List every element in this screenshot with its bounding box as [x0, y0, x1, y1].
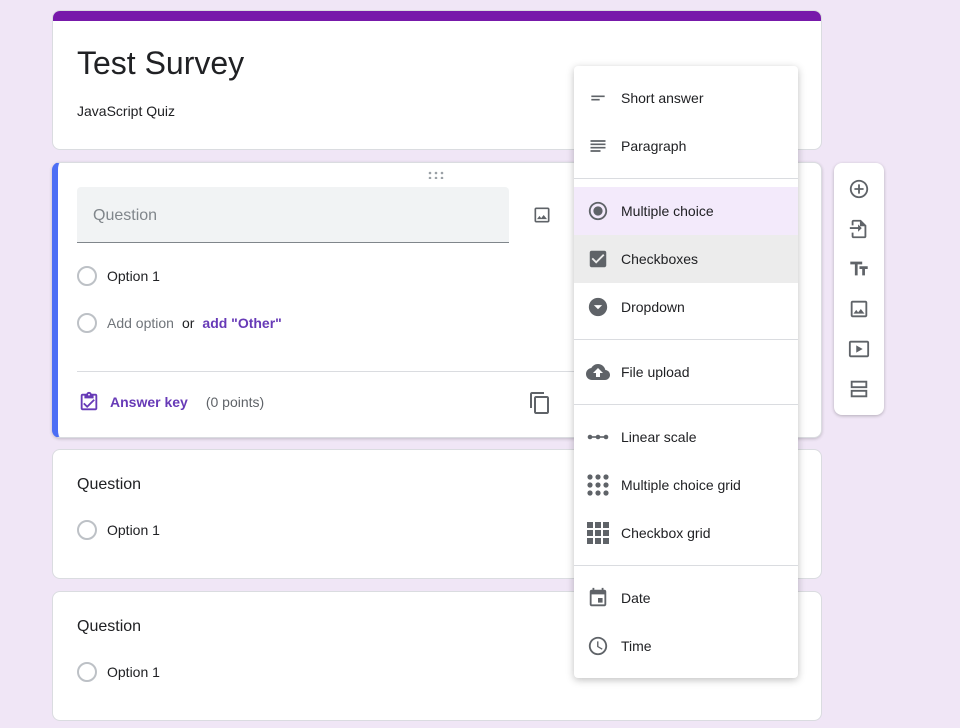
calendar-icon	[574, 574, 622, 622]
form-description[interactable]: JavaScript Quiz	[77, 103, 175, 119]
add-other-link[interactable]: add "Other"	[202, 315, 281, 331]
menu-item-label: Date	[621, 590, 651, 606]
checkbox-icon	[574, 235, 622, 283]
add-section-icon[interactable]	[847, 377, 871, 401]
paragraph-icon	[574, 122, 622, 170]
form-accent-bar	[53, 11, 821, 21]
or-text: or	[181, 315, 195, 331]
dropdown-icon	[574, 283, 622, 331]
menu-item-label: Paragraph	[621, 138, 687, 154]
option-row[interactable]: Option 1	[77, 266, 160, 286]
add-title-icon[interactable]	[847, 257, 871, 281]
question-title: Question	[77, 618, 142, 635]
cloud-upload-icon	[574, 348, 622, 396]
answer-key-label: Answer key	[110, 394, 188, 410]
duplicate-button[interactable]	[528, 391, 552, 420]
add-option-row: Add option or add "Other"	[77, 313, 282, 333]
points-text: (0 points)	[205, 394, 265, 410]
form-title[interactable]: Test Survey	[77, 45, 244, 82]
option-label: Option 1	[107, 522, 160, 538]
menu-item-short-answer[interactable]: Short answer	[574, 74, 798, 122]
menu-item-label: Checkbox grid	[621, 525, 711, 541]
menu-item-checkboxes[interactable]: Checkboxes	[574, 235, 798, 283]
radio-icon	[77, 520, 97, 540]
option-row: Option 1	[77, 520, 160, 540]
menu-item-label: Time	[621, 638, 652, 654]
option-label: Option 1	[107, 664, 160, 680]
menu-item-paragraph[interactable]: Paragraph	[574, 122, 798, 170]
question-input[interactable]: Question	[77, 187, 509, 243]
option-label[interactable]: Option 1	[107, 268, 160, 284]
add-option-link[interactable]: Add option	[107, 315, 174, 331]
import-questions-icon[interactable]	[847, 217, 871, 241]
menu-item-dropdown[interactable]: Dropdown	[574, 283, 798, 331]
question-type-menu: Short answer Paragraph Multiple choice C…	[574, 66, 798, 678]
menu-item-date[interactable]: Date	[574, 574, 798, 622]
divider	[77, 371, 651, 372]
menu-item-label: Short answer	[621, 90, 704, 106]
menu-separator	[574, 339, 798, 340]
menu-item-label: Linear scale	[621, 429, 697, 445]
question-title: Question	[77, 476, 142, 493]
add-question-icon[interactable]	[847, 177, 871, 201]
menu-separator	[574, 565, 798, 566]
radio-icon	[77, 662, 97, 682]
add-image-button[interactable]	[528, 201, 556, 229]
image-icon	[534, 207, 550, 223]
menu-item-label: Dropdown	[621, 299, 685, 315]
menu-item-linear-scale[interactable]: Linear scale	[574, 413, 798, 461]
radio-icon	[77, 313, 97, 333]
answer-key-icon	[80, 391, 98, 411]
short-answer-icon	[574, 74, 622, 122]
side-toolbar	[834, 163, 884, 415]
question-placeholder: Question	[93, 207, 158, 224]
add-video-icon[interactable]	[847, 337, 871, 361]
menu-item-label: Multiple choice	[621, 203, 714, 219]
menu-item-label: File upload	[621, 364, 690, 380]
menu-separator	[574, 404, 798, 405]
answer-key-button[interactable]: Answer key (0 points)	[78, 391, 264, 413]
menu-item-label: Multiple choice grid	[621, 477, 741, 493]
menu-item-time[interactable]: Time	[574, 622, 798, 670]
copy-icon	[530, 392, 549, 414]
menu-separator	[574, 178, 798, 179]
menu-item-label: Checkboxes	[621, 251, 699, 267]
option-row: Option 1	[77, 662, 160, 682]
square-grid-icon	[574, 509, 622, 557]
drag-handle-icon[interactable]	[428, 171, 444, 180]
add-image-icon[interactable]	[847, 297, 871, 321]
clock-icon	[574, 622, 622, 670]
radio-icon	[77, 266, 97, 286]
menu-item-multiple-choice[interactable]: Multiple choice	[574, 187, 798, 235]
radio-button-icon	[574, 187, 622, 235]
menu-item-checkbox-grid[interactable]: Checkbox grid	[574, 509, 798, 557]
dot-grid-icon	[574, 461, 622, 509]
linear-scale-icon	[574, 413, 622, 461]
menu-item-multiple-choice-grid[interactable]: Multiple choice grid	[574, 461, 798, 509]
menu-item-file-upload[interactable]: File upload	[574, 348, 798, 396]
